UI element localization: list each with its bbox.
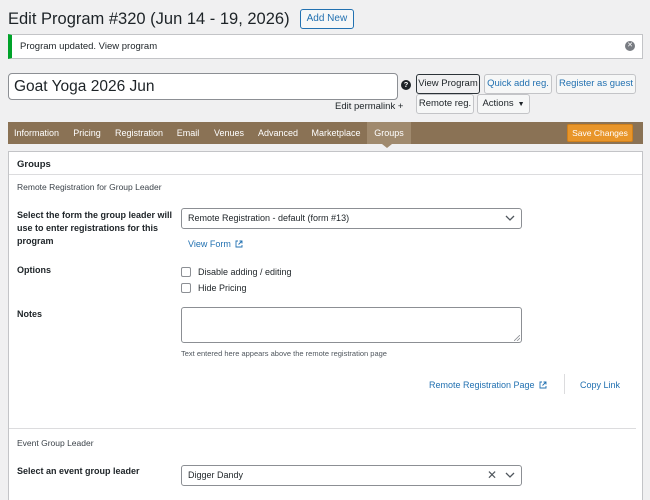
group-leader-label: Select an event group leader [17, 466, 140, 476]
disable-editing-label: Disable adding / editing [198, 267, 292, 277]
external-link-icon [539, 381, 547, 389]
actions-label: Actions [482, 98, 514, 109]
page-header: Edit Program #320 (Jun 14 - 19, 2026) Ad… [8, 9, 355, 29]
hide-pricing-option[interactable]: Hide Pricing [181, 283, 247, 293]
view-form-label: View Form [188, 239, 231, 249]
tab-groups[interactable]: Groups [367, 122, 411, 144]
notes-hint: Text entered here appears above the remo… [181, 349, 387, 358]
form-select-label: Select the form the group leader will us… [17, 210, 173, 246]
chevron-down-icon [505, 215, 515, 221]
remote-registration-page-label: Remote Registration Page [429, 380, 535, 390]
panel-title: Groups [17, 159, 51, 170]
external-link-icon [235, 240, 243, 248]
view-program-button[interactable]: View Program [416, 74, 480, 94]
register-as-guest-button[interactable]: Register as guest [556, 74, 636, 94]
notes-label: Notes [17, 309, 43, 319]
tab-advanced[interactable]: Advanced [252, 122, 304, 144]
remote-form-select[interactable]: Remote Registration - default (form #13) [181, 208, 522, 229]
remote-form-selected-value: Remote Registration - default (form #13) [188, 213, 350, 223]
tab-venues[interactable]: Venues [208, 122, 250, 144]
hide-pricing-checkbox[interactable] [181, 283, 191, 293]
tab-marketplace[interactable]: Marketplace [306, 122, 366, 144]
add-new-button[interactable]: Add New [299, 9, 355, 29]
chevron-down-icon: ▼ [517, 101, 525, 108]
link-divider [564, 374, 565, 394]
chevron-down-icon [505, 472, 515, 478]
tab-information[interactable]: Information [8, 122, 65, 144]
quick-add-reg-button[interactable]: Quick add reg. [484, 74, 552, 94]
remote-reg-button[interactable]: Remote reg. [416, 94, 474, 114]
active-tab-indicator [382, 144, 392, 148]
remote-registration-page-link[interactable]: Remote Registration Page [429, 380, 547, 390]
options-label: Options [17, 265, 51, 275]
edit-permalink-link[interactable]: Edit permalink + [335, 101, 403, 112]
remote-registration-section-label: Remote Registration for Group Leader [17, 182, 162, 192]
disable-editing-option[interactable]: Disable adding / editing [181, 267, 292, 277]
notes-textarea[interactable] [181, 307, 522, 343]
notice-text[interactable]: Program updated. View program [20, 41, 157, 52]
panel-header: Groups [9, 152, 642, 175]
resize-handle-icon[interactable] [514, 335, 520, 341]
section-divider [9, 428, 636, 429]
page-title: Edit Program #320 (Jun 14 - 19, 2026) [8, 9, 290, 28]
actions-dropdown-button[interactable]: Actions ▼ [477, 94, 530, 114]
hide-pricing-label: Hide Pricing [198, 283, 247, 293]
view-form-link[interactable]: View Form [188, 239, 243, 249]
close-icon[interactable]: ✕ [625, 41, 635, 51]
copy-link-button[interactable]: Copy Link [580, 380, 620, 390]
tab-email[interactable]: Email [170, 122, 206, 144]
clear-selection-icon[interactable]: ✕ [487, 466, 497, 485]
event-group-leader-section-label: Event Group Leader [17, 438, 94, 448]
help-icon[interactable]: ? [401, 80, 411, 90]
program-tabs: Information Pricing Registration Email V… [8, 122, 643, 144]
tab-pricing[interactable]: Pricing [67, 122, 107, 144]
disable-editing-checkbox[interactable] [181, 267, 191, 277]
save-changes-button[interactable]: Save Changes [567, 124, 633, 142]
success-notice: Program updated. View program ✕ [8, 34, 643, 59]
groups-panel: Groups Remote Registration for Group Lea… [8, 151, 643, 500]
tab-registration[interactable]: Registration [110, 122, 168, 144]
program-title-input[interactable] [8, 73, 398, 100]
group-leader-selected-value: Digger Dandy [188, 470, 244, 480]
group-leader-select[interactable]: Digger Dandy ✕ [181, 465, 522, 486]
